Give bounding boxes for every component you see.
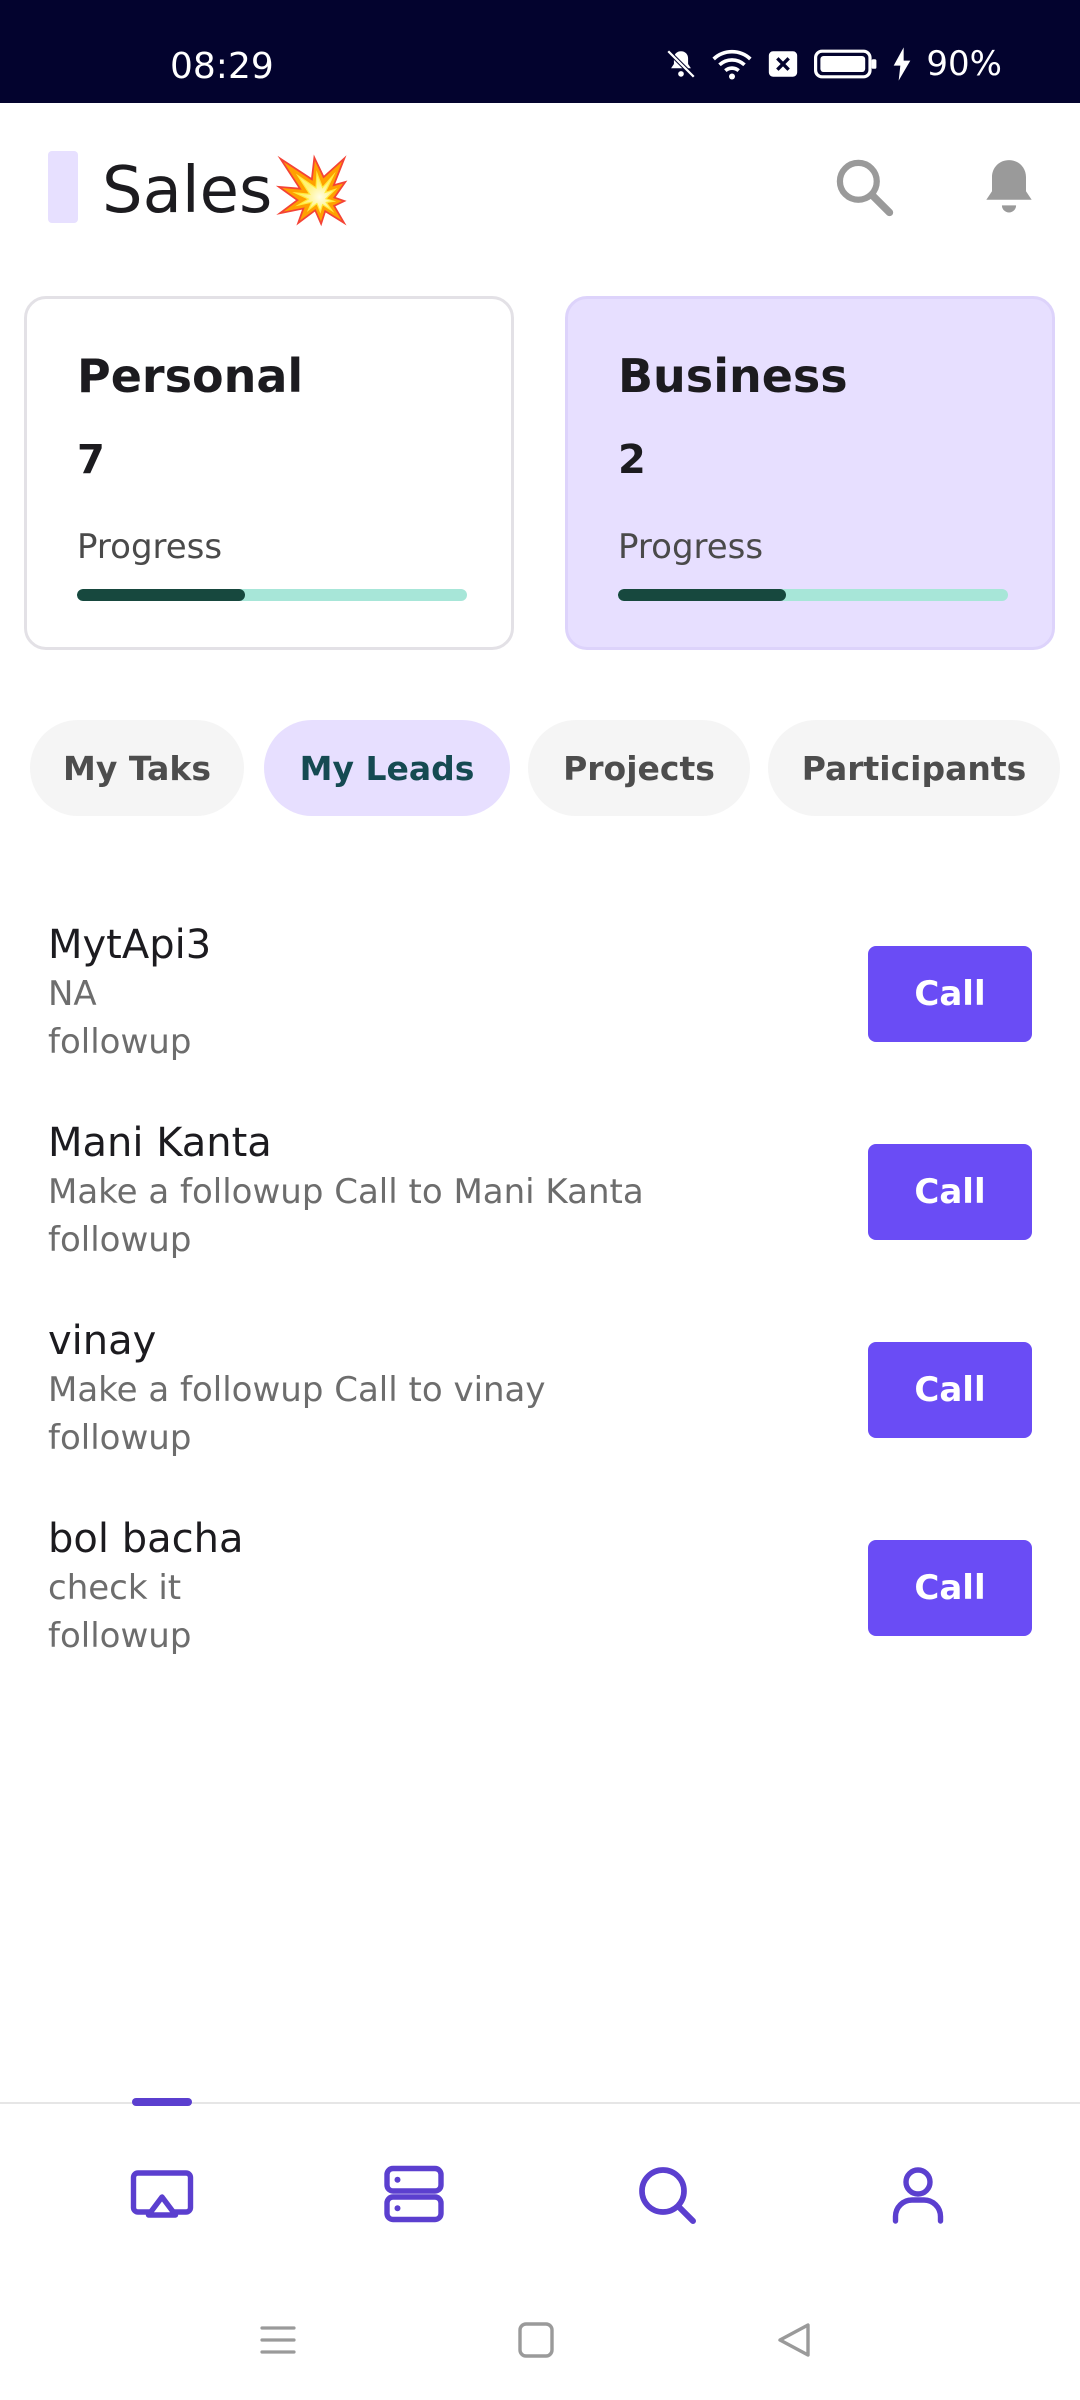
list-item[interactable]: bol bacha check it followup Call — [0, 1494, 1080, 1664]
profile-icon[interactable] — [882, 2158, 954, 2230]
call-button[interactable]: Call — [868, 1144, 1032, 1240]
system-navigation-bar — [0, 2276, 1080, 2400]
lead-status: followup — [48, 1616, 192, 1656]
progress-label: Progress — [618, 527, 764, 567]
list-item[interactable]: MytApi3 NA followup Call — [0, 900, 1080, 1070]
close-box-icon — [766, 47, 800, 81]
charging-bolt-icon — [892, 47, 912, 81]
business-card[interactable]: Business 2 Progress — [565, 296, 1055, 650]
bottom-navigation — [0, 2098, 1080, 2278]
home-square-icon[interactable] — [512, 2316, 560, 2364]
lead-name: bol bacha — [48, 1516, 244, 1562]
lead-name: Mani Kanta — [48, 1120, 272, 1166]
lead-description: Make a followup Call to Mani Kanta — [48, 1172, 644, 1212]
personal-card[interactable]: Personal 7 Progress — [24, 296, 514, 650]
call-button[interactable]: Call — [868, 1342, 1032, 1438]
tab-my-leads[interactable]: My Leads — [264, 720, 510, 816]
tab-my-taks[interactable]: My Taks — [30, 720, 244, 816]
progress-bar — [77, 589, 467, 601]
progress-fill — [618, 589, 786, 601]
lead-description: NA — [48, 974, 97, 1014]
card-title: Personal — [77, 349, 304, 403]
back-triangle-icon[interactable] — [770, 2316, 818, 2364]
lead-status: followup — [48, 1022, 192, 1062]
card-title: Business — [618, 349, 848, 403]
search-icon[interactable] — [630, 2158, 702, 2230]
lead-name: vinay — [48, 1318, 157, 1364]
lead-description: Make a followup Call to vinay — [48, 1370, 546, 1410]
status-icons: 90% — [664, 44, 1002, 84]
lead-status: followup — [48, 1418, 192, 1458]
progress-bar — [618, 589, 1008, 601]
progress-fill — [77, 589, 245, 601]
card-count: 7 — [77, 437, 105, 483]
progress-label: Progress — [77, 527, 223, 567]
wifi-icon — [712, 47, 753, 81]
call-button[interactable]: Call — [868, 946, 1032, 1042]
title-accent-marker — [48, 151, 78, 223]
page-title: Sales💥 — [102, 154, 353, 228]
tab-projects[interactable]: Projects — [528, 720, 750, 816]
menu-icon[interactable] — [254, 2316, 302, 2364]
battery-percent: 90% — [926, 44, 1002, 84]
status-time: 08:29 — [170, 46, 274, 87]
tab-participants[interactable]: Participants — [768, 720, 1060, 816]
list-item[interactable]: Mani Kanta Make a followup Call to Mani … — [0, 1098, 1080, 1268]
card-count: 2 — [618, 437, 646, 483]
lead-status: followup — [48, 1220, 192, 1260]
app-header: Sales💥 — [0, 103, 1080, 273]
call-button[interactable]: Call — [868, 1540, 1032, 1636]
battery-icon — [814, 47, 878, 81]
lead-description: check it — [48, 1568, 182, 1608]
active-tab-indicator — [132, 2098, 192, 2106]
search-icon[interactable] — [830, 153, 898, 221]
server-icon[interactable] — [378, 2158, 450, 2230]
cast-icon[interactable] — [126, 2158, 198, 2230]
status-bar: 08:29 90% — [0, 0, 1080, 103]
bell-icon[interactable] — [975, 153, 1043, 221]
bell-muted-icon — [664, 47, 698, 81]
list-item[interactable]: vinay Make a followup Call to vinay foll… — [0, 1296, 1080, 1466]
lead-name: MytApi3 — [48, 922, 212, 968]
